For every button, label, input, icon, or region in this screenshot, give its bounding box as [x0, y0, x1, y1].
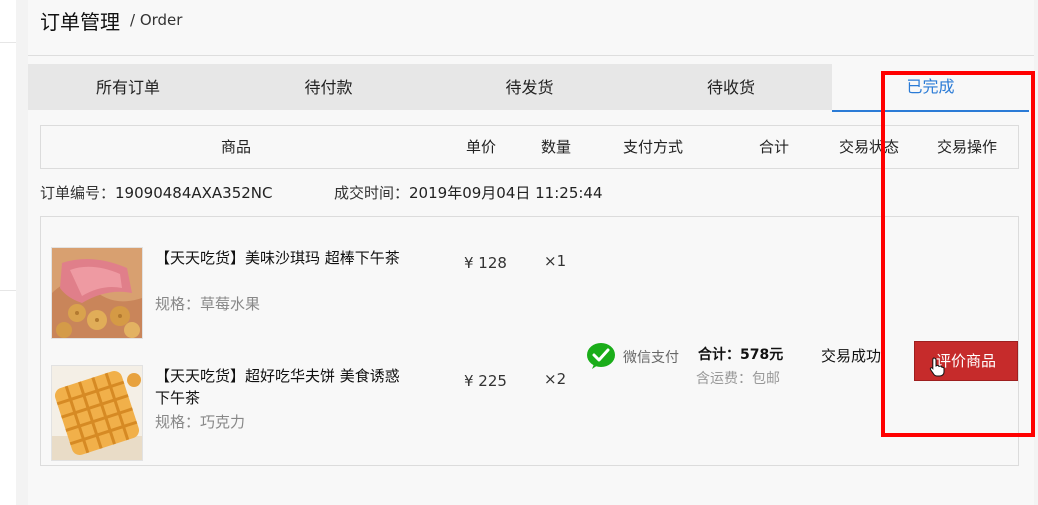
- header-unit-price: 单价: [465, 138, 496, 156]
- main-content: 订单管理 / Order 所有订单 待付款 待发货 待收货 已完成 商品 单价 …: [28, 0, 1034, 505]
- product-spec: 规格：草莓水果: [155, 295, 261, 313]
- order-number-label: 订单编号：: [40, 184, 116, 202]
- list-item: 【天天吃货】美味沙琪玛 超棒下午茶 规格：草莓水果: [41, 247, 441, 347]
- shaqima-photo[interactable]: [51, 247, 143, 339]
- product-name[interactable]: 【天天吃货】超好吃华夫饼 美食诱惑 下午茶: [155, 365, 405, 409]
- payment-method-label: 微信支付: [623, 350, 679, 366]
- total-label: 合计：: [698, 347, 740, 363]
- order-time-value: 2019年09月04日 11:25:44: [409, 184, 603, 202]
- item-price: ¥ 225: [464, 372, 507, 390]
- payment-method: 微信支付: [586, 342, 696, 372]
- status-badge: 交易成功: [821, 347, 882, 365]
- hand-cursor-icon: [929, 357, 945, 377]
- order-time-label: 成交时间：: [334, 184, 410, 202]
- order-table: 商品 单价 数量 支付方式 合计 交易状态 交易操作 订单编号：19090484…: [40, 125, 1019, 466]
- order-total: 合计：578元: [698, 344, 783, 364]
- order-status-tabs: 所有订单 待付款 待发货 待收货 已完成: [28, 64, 1029, 112]
- header-total: 合计: [758, 138, 789, 156]
- product-spec: 规格：巧克力: [155, 413, 246, 431]
- order-number: 19090484AXA352NC: [115, 184, 273, 202]
- waffle-photo[interactable]: [51, 365, 143, 461]
- sidebar-divider: [0, 290, 16, 291]
- page-subtitle: / Order: [130, 11, 183, 29]
- item-quantity: ×1: [544, 252, 567, 270]
- list-item: 【天天吃货】超好吃华夫饼 美食诱惑 下午茶 规格：巧克力: [41, 365, 441, 465]
- item-quantity: ×2: [544, 370, 567, 388]
- header-payment-method: 支付方式: [622, 138, 683, 156]
- left-sidebar-edge: [0, 0, 16, 505]
- order-meta: 订单编号：19090484AXA352NC 成交时间：2019年09月04日 1…: [40, 182, 603, 203]
- page-header: 订单管理 / Order: [28, 0, 1034, 56]
- tab-completed[interactable]: 已完成: [832, 64, 1029, 112]
- page-title: 订单管理: [40, 10, 120, 34]
- tab-pending-receipt[interactable]: 待收货: [630, 64, 832, 110]
- total-value: 578元: [740, 347, 784, 363]
- product-name[interactable]: 【天天吃货】美味沙琪玛 超棒下午茶: [155, 247, 405, 269]
- wechat-pay-icon: [586, 342, 616, 370]
- header-action: 交易操作: [936, 138, 997, 156]
- table-header-row: 商品 单价 数量 支付方式 合计 交易状态 交易操作: [40, 125, 1019, 169]
- tab-pending-shipment[interactable]: 待发货: [429, 64, 630, 110]
- order-time: 成交时间：2019年09月04日 11:25:44: [334, 182, 603, 203]
- tab-pending-payment[interactable]: 待付款: [228, 64, 429, 110]
- item-price: ¥ 128: [464, 254, 507, 272]
- shipping-note: 含运费：包邮: [696, 371, 780, 387]
- tab-all-orders[interactable]: 所有订单: [28, 64, 228, 110]
- header-status: 交易状态: [838, 138, 899, 156]
- order-item-box: 【天天吃货】美味沙琪玛 超棒下午茶 规格：草莓水果 ¥ 128 ×1 【天天吃货…: [40, 216, 1019, 466]
- sidebar-divider: [0, 42, 16, 43]
- header-product: 商品: [220, 138, 251, 156]
- header-quantity: 数量: [540, 138, 571, 156]
